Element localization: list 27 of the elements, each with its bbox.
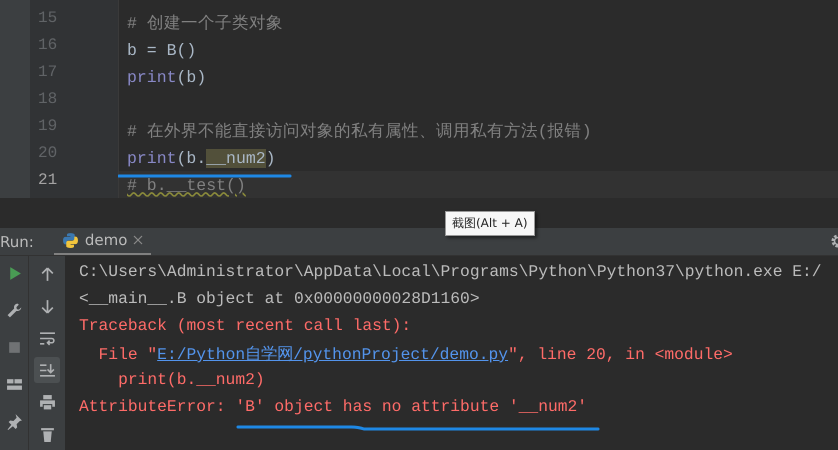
code-line: # 在外界不能直接访问对象的私有属性、调用私有方法(报错) [127, 122, 592, 142]
console-line: C:\Users\Administrator\AppData\Local\Programs\Python\Python37\python.exe E:/ [79, 262, 823, 283]
close-icon[interactable] [133, 235, 144, 245]
scroll-to-end-icon [38, 362, 56, 378]
file-link[interactable]: E:/Python自学网/pythonProject/demo.py [157, 345, 508, 364]
down-arrow-icon [38, 298, 56, 314]
code-line: b = B() [127, 41, 196, 60]
run-label: Run: [0, 232, 34, 250]
soft-wrap-icon [38, 330, 56, 346]
code-line: # b.__test() [127, 176, 246, 196]
code-line: print(b) [127, 68, 206, 88]
code-line: # 创建一个子类对象 [127, 14, 283, 34]
wrench-icon[interactable] [6, 302, 22, 318]
print-icon [38, 394, 56, 410]
line-number: 21 [37, 171, 58, 191]
error-line: AttributeError: 'B' object has no attribute '__num2' [79, 397, 588, 418]
python-icon [62, 232, 79, 248]
error-line: Traceback (most recent call last): [79, 316, 412, 337]
error-line: print(b.__num2) [117, 370, 266, 391]
pin-icon[interactable] [6, 412, 22, 430]
code-line: print(b.__num2) [127, 149, 276, 168]
up-arrow-icon [38, 266, 56, 282]
console-line: <__main__.B object at 0x00000000028D1160> [79, 289, 481, 310]
trash-icon [38, 426, 56, 442]
error-line: File "E:/Python自学网/pythonProject/demo.py", line 20, in <module> [98, 344, 734, 366]
tooltip: 截图(Alt + A) [445, 211, 535, 236]
scroll-to-end-button[interactable] [34, 357, 60, 383]
